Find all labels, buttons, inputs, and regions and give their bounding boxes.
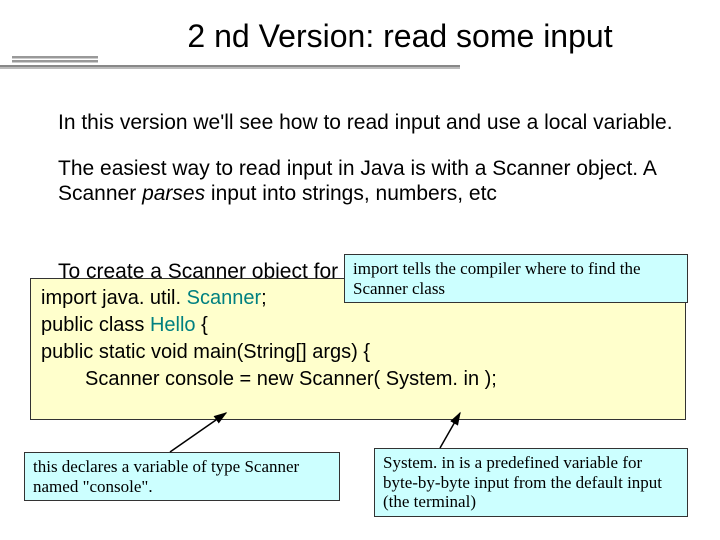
title-wrap: 2 nd Version: read some input [110,18,690,55]
body-text: In this version we'll see how to read in… [58,110,684,223]
code-line: Scanner console = new Scanner( System. i… [41,366,675,393]
decorative-rule [12,56,98,59]
slide: 2 nd Version: read some input In this ve… [0,0,720,540]
text: public class [41,314,150,336]
callout-declare: this declares a variable of type Scanner… [24,452,340,501]
title-underline [0,65,460,69]
text: input into strings, numbers, etc [205,182,497,205]
text: import java. util. [41,287,187,309]
decorative-rule [12,60,98,63]
classname: Hello [150,314,196,336]
text: { [196,314,208,336]
callout-systemin: System. in is a predefined variable for … [374,448,688,517]
text: ; [261,287,267,309]
code-line: public static void main(String[] args) { [41,339,675,366]
callout-import: import tells the compiler where to find … [344,254,688,303]
slide-title: 2 nd Version: read some input [110,18,690,55]
code-line: public class Hello { [41,312,675,339]
classname: Scanner [187,287,262,309]
emphasis: parses [142,182,205,205]
paragraph-2: The easiest way to read input in Java is… [58,156,684,207]
paragraph-1: In this version we'll see how to read in… [58,110,684,136]
